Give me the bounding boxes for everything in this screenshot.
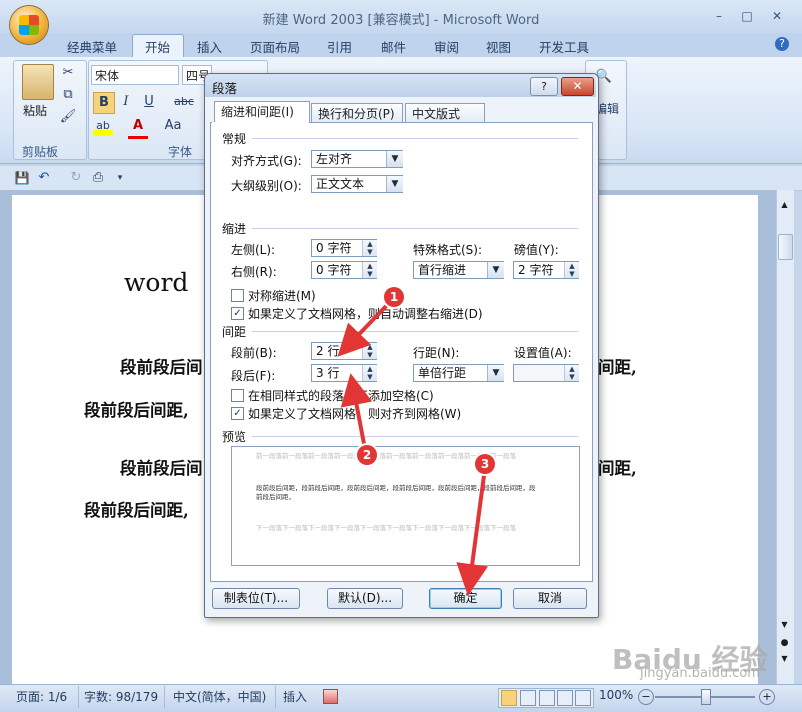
annotation-badge-1: 1 [384, 287, 404, 307]
arrow-1 [337, 298, 394, 357]
annotation-arrows [337, 298, 489, 596]
annotation-badge-2: 2 [357, 445, 377, 465]
arrow-3 [456, 467, 489, 596]
arrow-2 [340, 373, 373, 450]
annotation-badge-3: 3 [475, 454, 495, 474]
